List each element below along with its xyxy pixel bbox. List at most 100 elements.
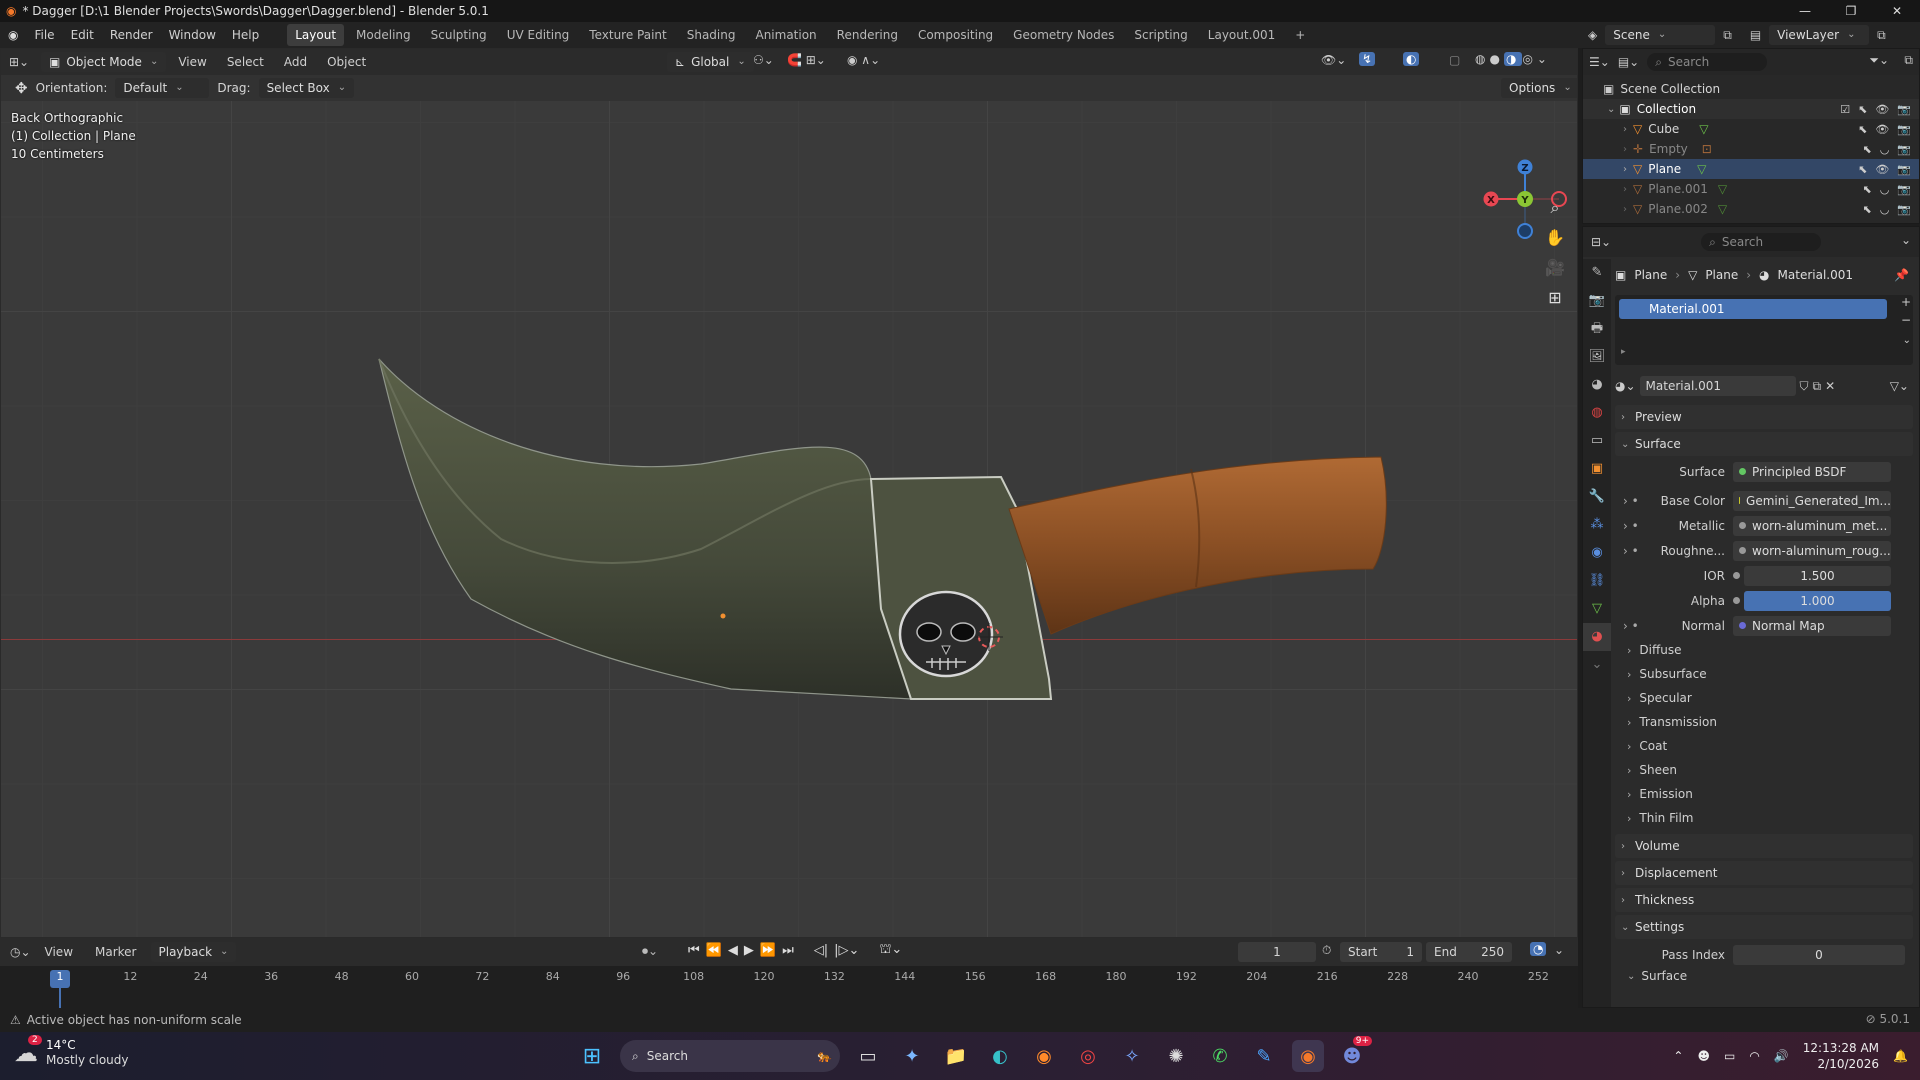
constraints-tab-icon[interactable]: ⛓ — [1583, 567, 1611, 595]
tray-overflow-icon[interactable]: ⌃ — [1673, 1049, 1683, 1063]
timeline-menu-marker[interactable]: Marker — [87, 939, 144, 965]
prev-key-icon[interactable]: ◁| — [814, 943, 828, 958]
thickness-section[interactable]: › Thickness — [1615, 888, 1913, 912]
render-tab-icon[interactable]: 📷 — [1583, 287, 1611, 315]
pass-index-field[interactable]: 0 — [1733, 944, 1905, 965]
camera-view-icon[interactable]: 🎥 — [1542, 255, 1568, 281]
chrome-icon[interactable]: ◎ — [1072, 1040, 1104, 1072]
tab-layout[interactable]: Layout — [287, 24, 345, 46]
weather-widget[interactable]: ☁ 2 14°C Mostly cloudy — [14, 1035, 129, 1068]
settings-section[interactable]: ⌄ Settings — [1615, 915, 1913, 939]
object-tab-icon[interactable]: ▣ — [1583, 455, 1611, 483]
jump-end-icon[interactable]: ⏭ — [782, 943, 794, 958]
select-icon[interactable]: ⬉ — [1862, 143, 1871, 156]
play-reverse-icon[interactable]: ◀ — [728, 943, 738, 958]
menu-window[interactable]: Window — [161, 22, 224, 48]
timeline-ruler[interactable]: 1 12 24 36 48 60 72 84 96 108 120 132 144 156 168 180 19… — [0, 966, 1578, 1008]
wifi-icon[interactable]: ◠ — [1749, 1049, 1759, 1063]
tab-rendering[interactable]: Rendering — [829, 24, 906, 46]
displacement-section[interactable]: › Displacement — [1615, 861, 1913, 885]
subsection-specular[interactable]: › Specular — [1615, 686, 1913, 710]
surface-shader-field[interactable]: Principled BSDF — [1733, 461, 1891, 482]
world-tab-icon[interactable]: ◍ — [1583, 399, 1611, 427]
add-slot-icon[interactable]: + — [1901, 295, 1911, 309]
notifications-icon[interactable]: 🔔 — [1893, 1049, 1908, 1063]
record-icon[interactable]: ⏺⌄ — [642, 944, 658, 959]
tab-sculpting[interactable]: Sculpting — [423, 24, 495, 46]
eye-icon[interactable]: 👁 — [1875, 103, 1889, 116]
edge-icon[interactable]: ◐ — [984, 1040, 1016, 1072]
tab-geometry-nodes[interactable]: Geometry Nodes — [1005, 24, 1122, 46]
properties-editor-icon[interactable]: ⊟⌄ — [1591, 235, 1611, 249]
remove-slot-icon[interactable]: − — [1901, 313, 1911, 327]
fake-user-icon[interactable]: ⛉ — [1800, 379, 1809, 394]
particles-tab-icon[interactable]: ⁂ — [1583, 511, 1611, 539]
subsection-transmission[interactable]: › Transmission — [1615, 710, 1913, 734]
subsection-emission[interactable]: › Emission — [1615, 782, 1913, 806]
eye-closed-icon[interactable]: ◡ — [1880, 143, 1890, 156]
pan-hand-icon[interactable]: ✋ — [1542, 225, 1568, 251]
expand-arrow-icon[interactable]: ⌄ — [1607, 104, 1615, 115]
output-tab-icon[interactable]: 🖶 — [1583, 315, 1611, 343]
data-tab-icon[interactable]: ▽ — [1583, 595, 1611, 623]
alpha-field[interactable]: 1.000 — [1744, 590, 1891, 611]
surface-section[interactable]: ⌄ Surface — [1615, 432, 1913, 456]
collection-row[interactable]: ⌄ ▣ Collection ☑ ⬉ 👁 📷 — [1583, 99, 1919, 119]
menu-file[interactable]: File — [26, 22, 62, 48]
minimize-button[interactable]: — — [1782, 0, 1828, 22]
gizmo-neg-z-axis[interactable] — [1517, 223, 1533, 239]
end-frame-field[interactable]: End 250 — [1426, 942, 1512, 962]
add-workspace-icon[interactable]: + — [1287, 24, 1313, 46]
new-viewlayer-icon[interactable]: ⧉ — [1877, 28, 1886, 43]
menu-help[interactable]: Help — [224, 22, 267, 48]
texture-tab-icon[interactable]: ⌄ — [1583, 651, 1611, 679]
paint-icon[interactable]: ✎ — [1248, 1040, 1280, 1072]
subsection-coat[interactable]: › Coat — [1615, 734, 1913, 758]
outliner-search-input[interactable]: ⌕ Search — [1647, 53, 1768, 71]
start-frame-field[interactable]: Start 1 — [1340, 942, 1422, 962]
gemini-icon[interactable]: ✧ — [1116, 1040, 1148, 1072]
viewlayer-field[interactable]: ViewLayer — [1769, 25, 1870, 45]
current-frame-field[interactable]: 1 — [1238, 942, 1316, 962]
jump-start-icon[interactable]: ⏮ — [688, 943, 700, 958]
close-window-button[interactable]: ✕ — [1874, 0, 1920, 22]
unlink-material-icon[interactable]: ✕ — [1825, 379, 1835, 393]
tab-compositing[interactable]: Compositing — [910, 24, 1001, 46]
duplicate-material-icon[interactable]: ⧉ — [1813, 379, 1822, 394]
volume-icon[interactable]: 🔊 — [1774, 1049, 1789, 1063]
render-icon[interactable]: 📷 — [1897, 203, 1911, 216]
outliner-editor-icon[interactable]: ☰⌄ — [1589, 55, 1610, 69]
tab-animation[interactable]: Animation — [747, 24, 824, 46]
eye-icon[interactable]: 👁 — [1875, 163, 1889, 176]
select-icon[interactable]: ⬉ — [1858, 123, 1867, 136]
material-slot[interactable]: Material.001 — [1619, 299, 1887, 319]
modifier-tab-icon[interactable]: 🔧 — [1583, 483, 1611, 511]
3d-viewport[interactable]: ⊞⌄ ▣Object Mode View Select Add Object ⊾… — [0, 48, 1578, 938]
render-icon[interactable]: 📷 — [1897, 123, 1911, 136]
subsection-subsurface[interactable]: › Subsurface — [1615, 662, 1913, 686]
scene-field[interactable]: Scene — [1605, 25, 1716, 45]
file-explorer-icon[interactable]: 📁 — [940, 1040, 972, 1072]
select-icon[interactable]: ⬉ — [1862, 183, 1871, 196]
next-keyframe-icon[interactable]: ⏩ — [760, 943, 776, 958]
outliner-item-plane[interactable]: › ▽ Plane ▽ ⬉ 👁 📷 — [1583, 159, 1919, 179]
view-layer-tab-icon[interactable]: 🖼 — [1583, 343, 1611, 371]
subsection-diffuse[interactable]: › Diffuse — [1615, 638, 1913, 662]
subsection-sheen[interactable]: › Sheen — [1615, 758, 1913, 782]
scene-tab-icon[interactable]: ◕ — [1583, 371, 1611, 399]
outliner-item-plane-002[interactable]: › ▽ Plane.002 ▽ ⬉ ◡ 📷 — [1583, 199, 1919, 219]
eye-closed-icon[interactable]: ◡ — [1880, 203, 1890, 216]
start-button[interactable]: ⊞ — [576, 1040, 608, 1072]
tab-scripting[interactable]: Scripting — [1126, 24, 1195, 46]
new-scene-icon[interactable]: ⧉ — [1723, 28, 1732, 43]
prev-keyframe-icon[interactable]: ⏪ — [706, 943, 722, 958]
preview-section[interactable]: › Preview — [1615, 405, 1913, 429]
clock[interactable]: 12:13:28 AM 2/10/2026 — [1803, 1040, 1879, 1072]
discord-tray-icon[interactable]: ☻ — [1697, 1049, 1710, 1063]
collection-checkbox[interactable]: ☑ — [1840, 103, 1850, 116]
eye-icon[interactable]: 👁 — [1875, 123, 1889, 136]
render-icon[interactable]: 📷 — [1897, 183, 1911, 196]
outliner-item-empty[interactable]: › ✛ Empty ⊡ ⬉ ◡ 📷 — [1583, 139, 1919, 159]
material-tab-icon[interactable]: ◕ — [1583, 623, 1611, 651]
render-icon[interactable]: 📷 — [1897, 143, 1911, 156]
